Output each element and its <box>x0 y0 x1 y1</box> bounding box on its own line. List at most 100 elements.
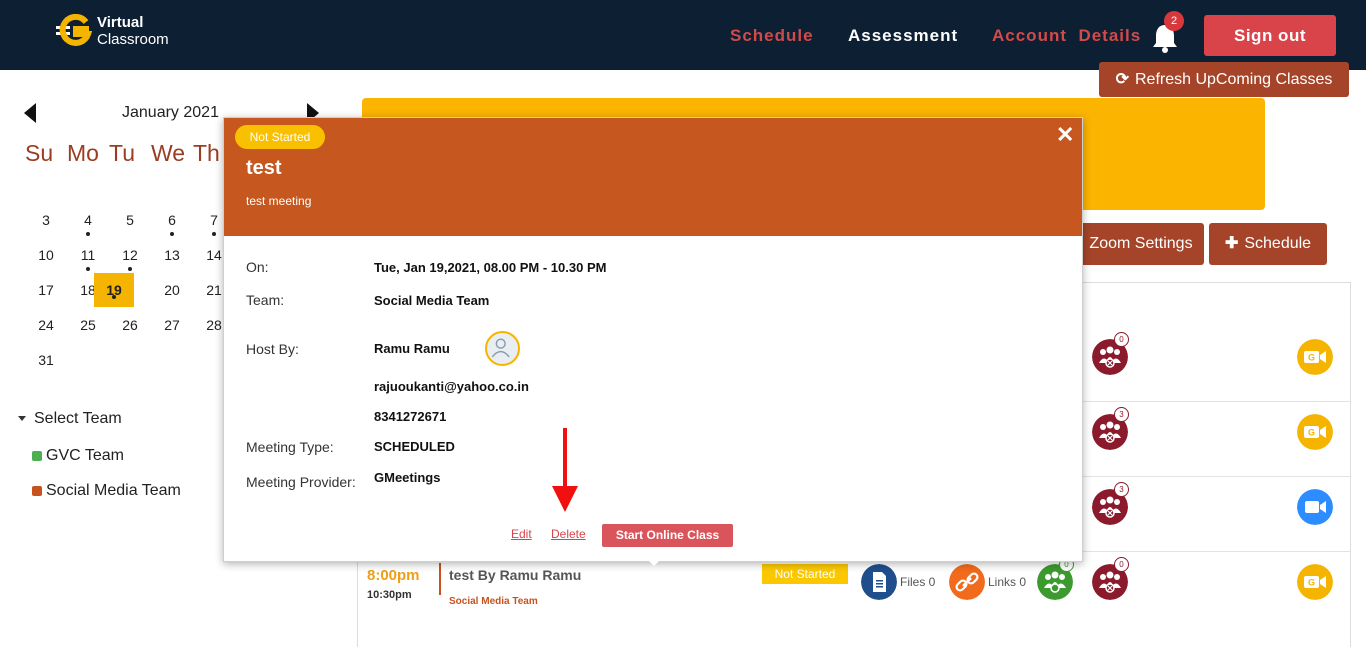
popup-status-badge: Not Started <box>235 125 325 149</box>
weekday-label: We <box>151 140 186 166</box>
calendar-day-number: 20 <box>164 282 180 298</box>
gmeetings-camera-icon[interactable]: G <box>1297 339 1333 375</box>
gmeetings-camera-icon[interactable]: G <box>1297 564 1333 600</box>
attendee-count-badge: 0 <box>1114 557 1129 572</box>
notification-badge: 2 <box>1164 11 1184 31</box>
calendar-day[interactable]: 5 <box>115 212 145 228</box>
select-team-label: Select Team <box>34 410 122 427</box>
event-dot <box>212 232 216 236</box>
weekday-label: Th <box>193 140 220 166</box>
class-end-time: 10:30pm <box>367 589 412 601</box>
weekday-label: Tu <box>109 140 135 166</box>
class-start-time: 8:00pm <box>367 567 420 584</box>
calendar-day[interactable]: 3 <box>31 212 61 228</box>
host-email: rajuoukanti@yahoo.co.in <box>374 379 529 394</box>
calendar-day[interactable]: 24 <box>31 317 61 333</box>
calendar-day-number: 26 <box>122 317 138 333</box>
popup-subtitle: test meeting <box>246 194 312 208</box>
annotation-arrow-shaft <box>563 428 567 490</box>
calendar-day-number: 5 <box>126 212 134 228</box>
links-icon[interactable] <box>949 564 985 600</box>
top-navbar: Virtual Classroom Schedule Assessment Ac… <box>0 0 1366 70</box>
meeting-type-label: Meeting Type: <box>246 439 334 455</box>
calendar-day[interactable]: 26 <box>115 317 145 333</box>
calendar-day[interactable]: 6 <box>157 212 187 236</box>
calendar-day[interactable]: 10 <box>31 247 61 263</box>
row-divider <box>1080 476 1350 477</box>
attendee-count-badge: 3 <box>1114 482 1129 497</box>
weekday-label: Su <box>25 140 54 166</box>
calendar-day[interactable]: 25 <box>73 317 103 333</box>
calendar-day-number: 10 <box>38 247 54 263</box>
row-divider <box>1080 401 1350 402</box>
delete-link[interactable]: Delete <box>551 527 586 541</box>
calendar-day[interactable]: 27 <box>157 317 187 333</box>
meeting-provider-label: Meeting Provider: <box>246 474 356 490</box>
weekday-label: Mo <box>67 140 99 166</box>
calendar-day-number: 11 <box>80 247 96 263</box>
edit-link[interactable]: Edit <box>511 527 532 541</box>
calendar-day[interactable]: 12 <box>115 247 145 271</box>
team-item-label: Social Media Team <box>46 482 181 499</box>
close-icon[interactable]: ✕ <box>1056 122 1074 148</box>
event-dot <box>170 232 174 236</box>
team-color-bar <box>439 563 441 595</box>
calendar-month-label: January 2021 <box>122 104 219 121</box>
team-color-swatch <box>32 450 42 461</box>
nav-assessment[interactable]: Assessment <box>848 26 958 46</box>
sign-out-button[interactable]: Sign out <box>1204 15 1336 56</box>
calendar-day-number: 3 <box>42 212 50 228</box>
attendee-count-badge: 0 <box>1114 332 1129 347</box>
calendar-day[interactable]: 20 <box>157 282 187 298</box>
nav-schedule[interactable]: Schedule <box>730 26 814 46</box>
team-item-social-media[interactable]: Social Media Team <box>32 482 181 500</box>
start-online-class-button[interactable]: Start Online Class <box>602 524 733 547</box>
calendar-day-number: 7 <box>210 212 218 228</box>
refresh-icon: ⟳ <box>1115 71 1129 88</box>
calendar-day[interactable]: 11 <box>73 247 103 271</box>
team-label: Team: <box>246 292 285 308</box>
plus-icon: ✚ <box>1224 235 1239 252</box>
calendar-day-number: 21 <box>206 282 222 298</box>
files-count: Files 0 <box>900 575 936 589</box>
popup-title: test <box>246 157 282 179</box>
schedule-button[interactable]: ✚ Schedule <box>1209 223 1327 265</box>
calendar-day-number: 12 <box>122 247 138 263</box>
refresh-upcoming-button[interactable]: ⟳ Refresh UpComing Classes <box>1099 62 1349 97</box>
calendar-day[interactable]: 4 <box>73 212 103 236</box>
calendar-day[interactable]: 13 <box>157 247 187 263</box>
class-team: Social Media Team <box>449 596 538 607</box>
attendee-count-badge: 3 <box>1114 407 1129 422</box>
on-label: On: <box>246 259 269 275</box>
logo-text-line2: Classroom <box>97 31 169 48</box>
files-icon[interactable] <box>861 564 897 600</box>
calendar-prev-icon[interactable] <box>24 103 36 123</box>
calendar-day-number: 28 <box>206 317 222 333</box>
meeting-type-value: SCHEDULED <box>374 439 455 454</box>
logo-icon[interactable] <box>56 14 92 48</box>
host-phone: 8341272671 <box>374 409 447 424</box>
class-title[interactable]: test By Ramu Ramu <box>449 567 581 583</box>
calendar-day[interactable]: 17 <box>31 282 61 298</box>
avatar-icon <box>485 331 520 366</box>
zoom-settings-button[interactable]: Zoom Settings <box>1078 223 1204 265</box>
row-divider <box>1080 551 1350 552</box>
nav-account-details[interactable]: Account Details <box>992 26 1141 46</box>
event-dot <box>128 267 132 271</box>
host-label: Host By: <box>246 341 299 357</box>
class-details-popup: Not Started ✕ test test meeting On: Tue,… <box>223 117 1083 566</box>
calendar-day-number: 27 <box>164 317 180 333</box>
event-dot <box>86 267 90 271</box>
select-team-toggle[interactable]: Select Team <box>18 410 122 428</box>
meeting-provider-value: GMeetings <box>374 470 441 485</box>
calendar-day-today[interactable]: 19 <box>94 273 134 307</box>
calendar-day-number: 25 <box>80 317 96 333</box>
caret-down-icon <box>18 416 26 422</box>
gmeetings-camera-icon[interactable]: G <box>1297 414 1333 450</box>
calendar-day-number: 24 <box>38 317 54 333</box>
zoom-camera-icon[interactable] <box>1297 489 1333 525</box>
calendar-day-number: 13 <box>164 247 180 263</box>
team-item-label: GVC Team <box>46 447 124 464</box>
team-item-gvc[interactable]: GVC Team <box>32 447 124 465</box>
calendar-day[interactable]: 31 <box>31 352 61 368</box>
